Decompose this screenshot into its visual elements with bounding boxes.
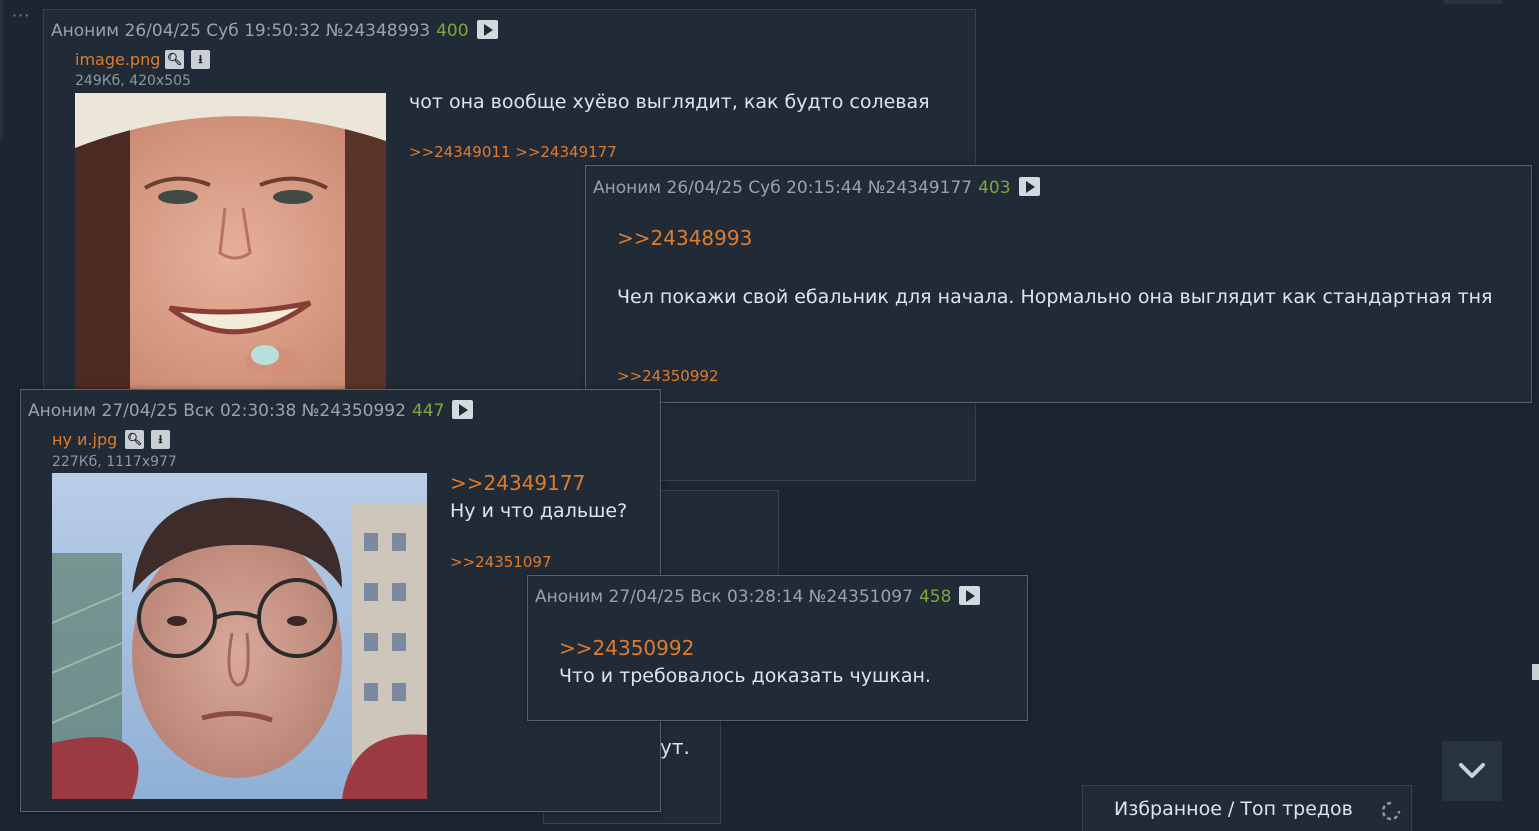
post-message: Чел покажи свой ебальник для начала. Нор…: [617, 286, 1493, 308]
chevron-down-icon: [1459, 763, 1485, 778]
post-header-text: Аноним 26/04/25 Суб 20:15:44 №24349177: [593, 178, 973, 198]
favorites-top-threads-label[interactable]: Избранное / Топ тредов: [1114, 798, 1353, 820]
selfie-photo: [52, 473, 427, 799]
post-rating: 447: [411, 401, 445, 421]
post-header: Аноним 26/04/25 Суб 19:50:32 №24348993 40…: [51, 20, 498, 41]
post-image-thumbnail[interactable]: [75, 93, 386, 390]
post-rating: 458: [918, 587, 952, 607]
bottom-bar[interactable]: Избранное / Топ тредов: [1082, 785, 1412, 831]
play-icon[interactable]: [959, 586, 981, 605]
right-edge-block: [1444, 0, 1502, 4]
post-image-thumbnail[interactable]: [52, 473, 427, 799]
quote-link[interactable]: >>24350992: [559, 636, 694, 660]
play-icon[interactable]: [476, 20, 498, 39]
post-header: Аноним 27/04/25 Вск 03:28:14 №24351097 45…: [535, 586, 981, 607]
post-rating: 400: [436, 21, 469, 41]
background-post-text: ут.: [660, 735, 690, 759]
reply-links[interactable]: >>24349011 >>24349177: [409, 143, 617, 161]
scroll-down-button[interactable]: [1442, 741, 1502, 801]
post-header: Аноним 27/04/25 Вск 02:30:38 №24350992 44…: [28, 400, 474, 421]
post-header-text: Аноним 27/04/25 Вск 02:30:38 №24350992: [28, 401, 406, 421]
post-message: Что и требовалось доказать чушкан.: [559, 665, 931, 687]
quote-link[interactable]: >>24349177: [450, 471, 585, 495]
play-icon[interactable]: [1018, 177, 1040, 196]
post-24349177: Аноним 26/04/25 Суб 20:15:44 №24349177 40…: [585, 165, 1532, 403]
file-name-link[interactable]: ну и.jpg: [52, 430, 117, 449]
refresh-icon[interactable]: [1380, 800, 1402, 822]
post-header: Аноним 26/04/25 Суб 20:15:44 №24349177 40…: [593, 177, 1040, 198]
reply-links[interactable]: >>24350992: [617, 367, 718, 385]
file-meta: 227Кб, 1117x977: [52, 454, 177, 470]
post-header-text: Аноним 27/04/25 Вск 03:28:14 №24351097: [535, 587, 913, 607]
search-icon[interactable]: 🔍︎: [125, 430, 144, 449]
post-header-text: Аноним 26/04/25 Суб 19:50:32 №24348993: [51, 21, 431, 41]
download-icon[interactable]: ⭳: [191, 50, 210, 69]
face-photo: [75, 93, 386, 390]
quote-link[interactable]: >>24348993: [617, 226, 752, 250]
file-name-link[interactable]: image.png: [75, 50, 160, 69]
post-24351097: Аноним 27/04/25 Вск 03:28:14 №24351097 45…: [527, 575, 1028, 721]
scroll-marker: [1532, 664, 1539, 680]
post-message: Ну и что дальше?: [450, 500, 628, 522]
search-icon[interactable]: 🔍︎: [165, 50, 184, 69]
post-rating: 403: [978, 178, 1011, 198]
play-icon[interactable]: [452, 400, 474, 419]
reply-links[interactable]: >>24351097: [450, 553, 551, 571]
file-meta: 249Кб, 420x505: [75, 73, 191, 89]
left-edge-line: [0, 0, 3, 140]
thread-dots: ···: [12, 6, 31, 25]
post-message: чот она вообще хуёво выглядит, как будто…: [409, 91, 930, 113]
download-icon[interactable]: ⭳: [151, 430, 170, 449]
